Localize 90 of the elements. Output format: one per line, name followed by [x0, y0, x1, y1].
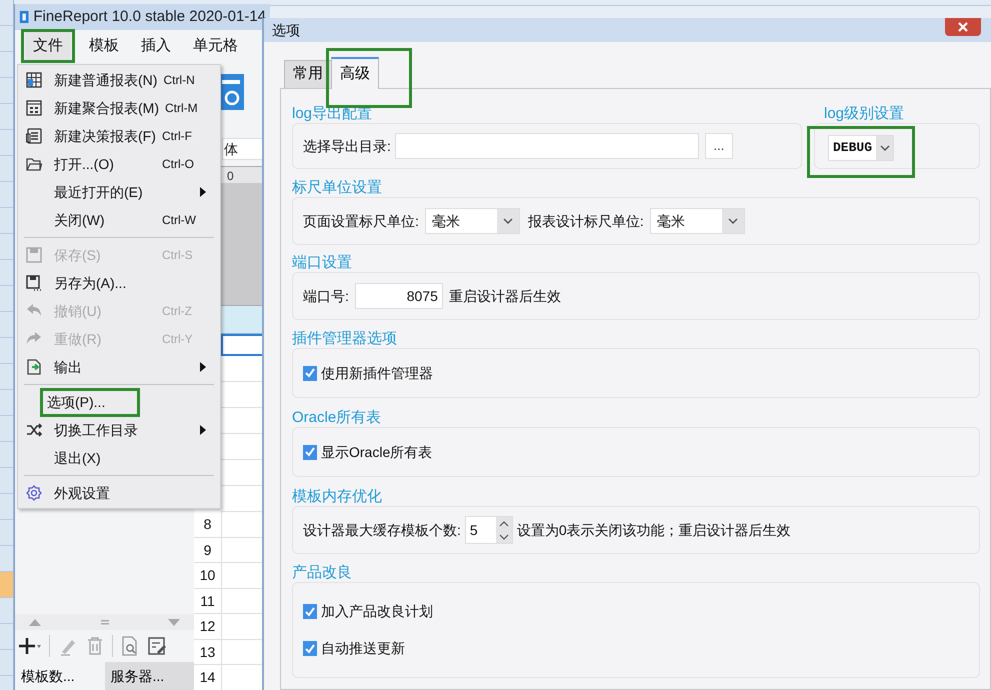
note-text: 设置为0表示关闭该功能；重启设计器后生效: [516, 520, 791, 540]
save-as-icon: [26, 275, 42, 291]
menu-item[interactable]: 切换工作目录: [48, 420, 144, 440]
form-icon: [26, 100, 42, 116]
menu-item[interactable]: 文件: [25, 32, 71, 60]
shortcut-text: Ctrl-Z: [162, 303, 193, 320]
checkbox-label: 显示Oracle所有表: [321, 442, 432, 462]
preview-button[interactable]: [121, 636, 139, 656]
ruler-mark: 0: [227, 169, 234, 183]
close-button[interactable]: [945, 18, 981, 36]
save-icon: [26, 247, 42, 263]
menu-item[interactable]: 另存为(A)...: [48, 272, 132, 294]
directory-field[interactable]: [394, 133, 699, 159]
unit-combo[interactable]: 毫米: [424, 208, 520, 234]
spinner-field[interactable]: 5: [464, 516, 513, 544]
trash-icon: [86, 636, 104, 656]
menu-item[interactable]: 新建普通报表(N): [48, 70, 164, 90]
scroll-up-icon: [29, 618, 41, 626]
document-icon: [26, 128, 42, 144]
export-icon: [26, 359, 42, 375]
spin-down-icon: [498, 534, 509, 540]
checkbox-label: 自动推送更新: [321, 639, 405, 658]
field-label: 选择导出目录:: [303, 136, 391, 156]
close-icon: [958, 22, 968, 32]
field-label: 端口号:: [303, 286, 349, 306]
section-heading: 端口设置: [292, 254, 353, 272]
menu-item[interactable]: 打开...(O): [48, 154, 120, 174]
font-name-text: 体: [224, 140, 238, 158]
scroll-down-icon: [168, 618, 180, 626]
plus-icon: [17, 636, 41, 656]
folder-icon: [26, 156, 42, 172]
grid-icon: [26, 72, 42, 88]
menu-item[interactable]: 模板: [81, 32, 127, 60]
delete-button[interactable]: [86, 636, 104, 656]
gear-icon: [26, 485, 42, 501]
shortcut-text: Ctrl-S: [162, 247, 194, 264]
browse-button[interactable]: ...: [704, 133, 733, 159]
checkbox-label: 加入产品改良计划: [321, 602, 433, 621]
menu-item[interactable]: 新建聚合报表(M): [48, 98, 165, 118]
checkbox[interactable]: [303, 641, 317, 656]
menu-item[interactable]: 输出: [48, 356, 88, 378]
checkbox[interactable]: [303, 604, 317, 619]
unit-combo[interactable]: 毫米: [650, 208, 745, 234]
tab[interactable]: 常用: [284, 60, 332, 88]
section-heading: 标尺单位设置: [292, 179, 383, 197]
field-label: 页面设置标尺单位:: [303, 212, 419, 230]
spinner-value: 5: [468, 520, 478, 540]
section-heading: Oracle所有表: [292, 409, 382, 427]
field-label: 设计器最大缓存模板个数:: [303, 520, 461, 540]
checkbox[interactable]: [303, 444, 317, 460]
selected-row-header: [0, 572, 13, 598]
settings-button[interactable]: [147, 636, 167, 656]
port-field[interactable]: 8075: [354, 283, 443, 309]
splitter-grip-icon: [100, 620, 108, 624]
dialog-title: 选项: [272, 20, 300, 40]
shortcut-text: Ctrl-N: [163, 72, 196, 89]
section-heading: log级别设置: [823, 105, 906, 123]
selected-value: 毫米: [656, 212, 686, 230]
menu-item[interactable]: 单元格: [185, 32, 246, 60]
checkbox-label: 使用新插件管理器: [321, 364, 433, 382]
menu-item[interactable]: 最近打开的(E): [48, 182, 149, 202]
section-heading: 产品改良: [292, 564, 353, 582]
checkbox[interactable]: [303, 366, 317, 380]
spin-up-icon: [498, 520, 509, 526]
field-label: 报表设计标尺单位:: [528, 212, 644, 230]
menu-item[interactable]: 退出(X): [48, 448, 107, 468]
app-logo-icon: [19, 9, 30, 25]
tab[interactable]: 高级: [331, 57, 379, 89]
menu-item[interactable]: 新建决策报表(F): [48, 126, 162, 146]
selected-value: DEBUG: [832, 139, 874, 158]
edit-document-icon: [147, 636, 167, 656]
log-level-combo[interactable]: DEBUG: [828, 135, 894, 161]
section-heading: 模板内存优化: [292, 488, 383, 506]
shortcut-text: Ctrl-W: [162, 212, 197, 229]
shortcut-text: Ctrl-F: [162, 128, 193, 145]
menu-item[interactable]: 选项(P)...: [47, 392, 133, 412]
menu-item[interactable]: 关闭(W): [48, 210, 111, 230]
menu-item[interactable]: 插入: [133, 32, 179, 60]
shortcut-text: Ctrl-Y: [162, 331, 194, 348]
panel-tab[interactable]: 服务器...: [104, 662, 194, 690]
section-heading: 插件管理器选项: [292, 330, 398, 348]
shuffle-icon: [26, 422, 42, 438]
add-button[interactable]: [17, 636, 41, 656]
menu-item[interactable]: 外观设置: [48, 482, 116, 504]
selected-value: 毫米: [430, 212, 461, 230]
shortcut-text: Ctrl-M: [165, 100, 199, 117]
window-title: FineReport 10.0 stable 2020-01-14: [33, 6, 266, 27]
shortcut-text: Ctrl-O: [162, 156, 195, 173]
document-search-icon: [121, 636, 139, 656]
note-text: 重启设计器后生效: [448, 286, 561, 306]
